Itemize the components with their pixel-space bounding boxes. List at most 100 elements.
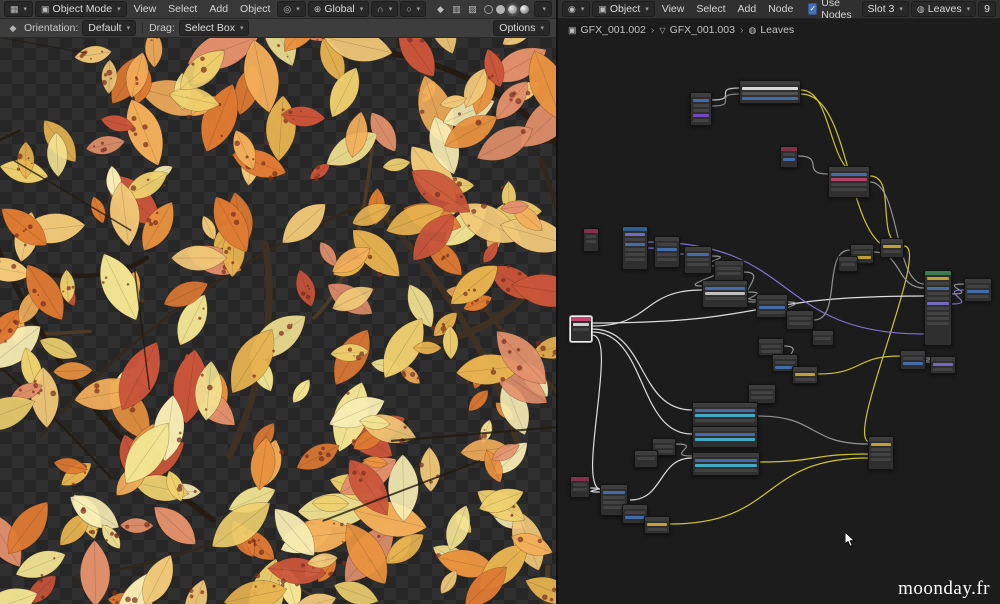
graph-node[interactable] xyxy=(570,476,590,498)
graph-node[interactable] xyxy=(684,246,712,274)
editor-type-button[interactable] xyxy=(4,1,33,17)
node-header xyxy=(703,281,747,285)
pivot-dropdown[interactable] xyxy=(277,1,305,17)
graph-node[interactable] xyxy=(812,330,834,346)
orientation-value: Default xyxy=(88,22,121,34)
shader-node-editor[interactable]: Object View Select Add Node Use Nodes Sl… xyxy=(556,0,1000,604)
graph-node[interactable] xyxy=(702,280,748,308)
node-header xyxy=(740,81,800,85)
graph-node[interactable] xyxy=(739,80,801,104)
node-socket-row xyxy=(693,99,709,102)
node-socket-row xyxy=(927,282,949,285)
options-dropdown[interactable]: Options xyxy=(493,20,550,36)
graph-node[interactable] xyxy=(828,166,870,198)
node-graph-canvas[interactable] xyxy=(558,44,1000,604)
node-socket-row xyxy=(657,243,677,246)
node-socket-row xyxy=(927,322,949,325)
node-socket-row xyxy=(603,496,625,499)
use-nodes-checkbox[interactable]: Use Nodes xyxy=(808,0,857,21)
shading-material-icon[interactable] xyxy=(508,5,517,14)
mode-dropdown[interactable]: Object Mode xyxy=(35,1,127,17)
toolbar-divider xyxy=(142,22,143,34)
graph-node[interactable] xyxy=(692,426,758,448)
node-socket-row xyxy=(903,362,923,365)
shading-solid-icon[interactable] xyxy=(496,5,505,14)
show-overlays-icon[interactable] xyxy=(449,2,463,16)
graph-node[interactable] xyxy=(786,310,814,330)
material-users-button[interactable]: 9 xyxy=(978,1,996,17)
node-socket-row xyxy=(687,253,709,256)
material-slot-dropdown[interactable]: Slot 3 xyxy=(862,1,909,17)
orientation-field-label: Orientation: xyxy=(24,22,78,34)
graph-node[interactable] xyxy=(924,270,952,346)
node-socket-row xyxy=(789,322,811,325)
viewport-3d[interactable]: Object Mode View Select Add Object Globa… xyxy=(0,0,556,604)
editor-type-button[interactable] xyxy=(562,1,590,17)
graph-node[interactable] xyxy=(838,256,858,272)
graph-node[interactable] xyxy=(780,146,798,168)
graph-node[interactable] xyxy=(868,436,894,470)
graph-node[interactable] xyxy=(690,92,712,126)
node-socket-row xyxy=(815,337,831,340)
menu-view[interactable]: View xyxy=(657,3,690,15)
menu-view[interactable]: View xyxy=(129,3,162,15)
transform-gizmo-icon[interactable] xyxy=(6,21,20,35)
node-socket-row xyxy=(967,295,989,298)
node-socket-row xyxy=(883,245,901,248)
node-header xyxy=(881,239,903,243)
graph-node[interactable] xyxy=(634,450,658,468)
node-socket-row xyxy=(742,92,798,95)
graph-node[interactable] xyxy=(900,350,926,370)
menu-select[interactable]: Select xyxy=(691,3,730,15)
node-socket-row xyxy=(759,311,785,314)
menu-add[interactable]: Add xyxy=(733,3,762,15)
node-socket-row xyxy=(871,458,891,461)
graph-node[interactable] xyxy=(644,516,670,534)
graph-node[interactable] xyxy=(792,366,818,384)
node-socket-row xyxy=(695,433,755,436)
proportional-edit-dropdown[interactable] xyxy=(400,1,426,17)
graph-node[interactable] xyxy=(930,356,956,374)
node-header xyxy=(851,245,873,249)
graph-node[interactable] xyxy=(622,226,648,270)
breadcrumb-object[interactable]: GFX_001.002 xyxy=(581,24,646,36)
menu-add[interactable]: Add xyxy=(204,3,233,15)
toggle-xray-icon[interactable] xyxy=(465,2,479,16)
snap-dropdown[interactable] xyxy=(371,1,398,17)
shading-wireframe-icon[interactable] xyxy=(484,5,493,14)
show-gizmos-icon[interactable] xyxy=(433,2,447,16)
breadcrumb-material[interactable]: Leaves xyxy=(760,24,794,36)
node-header xyxy=(965,279,991,283)
node-header xyxy=(715,261,743,265)
menu-object[interactable]: Object xyxy=(235,3,275,15)
graph-node[interactable] xyxy=(654,236,680,268)
material-dropdown[interactable]: Leaves xyxy=(911,1,976,17)
orientation-select[interactable]: Default xyxy=(82,20,136,36)
node-socket-row xyxy=(657,248,677,251)
node-socket-row xyxy=(871,443,891,446)
orientation-label: Global xyxy=(324,3,354,15)
node-header xyxy=(685,247,711,251)
graph-node[interactable] xyxy=(692,402,758,428)
users-count: 9 xyxy=(984,3,990,15)
shading-options-dropdown[interactable] xyxy=(534,1,552,17)
node-header xyxy=(793,367,817,371)
graph-node[interactable] xyxy=(714,260,744,282)
menu-select[interactable]: Select xyxy=(163,3,202,15)
graph-node[interactable] xyxy=(756,294,788,318)
drag-select[interactable]: Select Box xyxy=(179,20,250,36)
menu-node[interactable]: Node xyxy=(763,3,798,15)
node-header xyxy=(829,167,869,171)
shading-rendered-icon[interactable] xyxy=(520,5,529,14)
graph-node-selected[interactable] xyxy=(570,316,592,342)
breadcrumb-mesh[interactable]: GFX_001.003 xyxy=(670,24,735,36)
transform-orientation-dropdown[interactable]: Global xyxy=(308,1,369,17)
graph-node[interactable] xyxy=(880,238,904,258)
node-socket-row xyxy=(795,373,815,376)
graph-node[interactable] xyxy=(964,278,992,302)
graph-node[interactable] xyxy=(748,384,776,404)
shader-type-dropdown[interactable]: Object xyxy=(592,1,654,17)
node-socket-row xyxy=(586,240,596,243)
graph-node[interactable] xyxy=(583,228,599,252)
graph-node[interactable] xyxy=(692,452,760,476)
